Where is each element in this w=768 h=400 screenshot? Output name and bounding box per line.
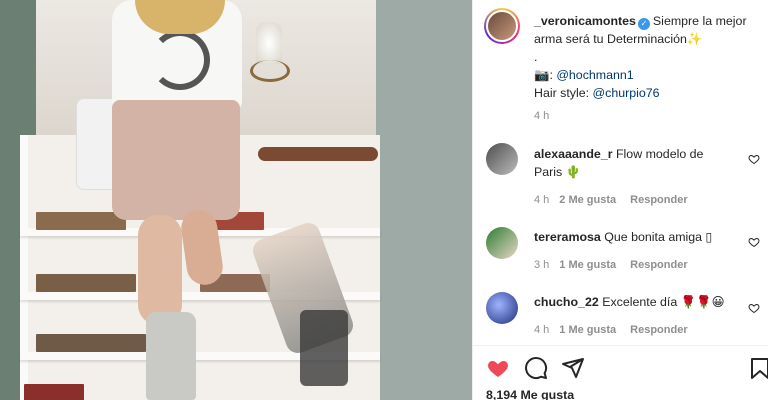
comment-item: alexaaande_r Flow modelo de Paris 🌵 bbox=[534, 145, 746, 181]
caption-dot: . bbox=[534, 50, 538, 64]
photo-books bbox=[36, 212, 126, 230]
commenter-avatar[interactable] bbox=[486, 143, 518, 175]
photo-books bbox=[24, 384, 84, 400]
comment-item: chucho_22 Excelente día 🌹🌹😀 bbox=[534, 293, 746, 311]
comment-text: Que bonita amiga bbox=[604, 230, 703, 244]
comment-likes[interactable]: 1 Me gusta bbox=[559, 324, 616, 336]
post-time[interactable]: 4 h bbox=[534, 110, 549, 122]
smile-icon: 😀 bbox=[711, 295, 725, 309]
photo-skirt bbox=[112, 100, 240, 220]
camera-icon: 📷 bbox=[534, 68, 550, 82]
photo-wall-right bbox=[376, 0, 472, 400]
photo-boot bbox=[146, 312, 196, 400]
comment-like-heart-icon[interactable] bbox=[748, 153, 760, 165]
comment-like-heart-icon[interactable] bbox=[748, 302, 760, 314]
commenter-avatar[interactable] bbox=[486, 292, 518, 324]
comment-like-heart-icon[interactable] bbox=[748, 236, 760, 248]
comment-time[interactable]: 3 h bbox=[534, 259, 549, 271]
photo-lamp bbox=[256, 22, 282, 64]
comment-likes[interactable]: 2 Me gusta bbox=[559, 194, 616, 206]
share-icon[interactable] bbox=[561, 356, 585, 380]
comment-time[interactable]: 4 h bbox=[534, 194, 549, 206]
verified-badge-icon: ✓ bbox=[637, 18, 650, 30]
caption-line2: arma será tu Determinación bbox=[534, 32, 687, 46]
comment-username[interactable]: alexaaande_r bbox=[534, 147, 613, 161]
comment-username[interactable]: tereramosa bbox=[534, 230, 601, 244]
comment-time[interactable]: 4 h bbox=[534, 324, 549, 336]
reply-button[interactable]: Responder bbox=[630, 194, 687, 206]
author-avatar[interactable] bbox=[486, 10, 518, 42]
reply-button[interactable]: Responder bbox=[630, 259, 687, 271]
photo-books bbox=[36, 334, 146, 352]
rose-icon: 🌹🌹 bbox=[680, 295, 712, 309]
comment-text: Flow modelo de bbox=[615, 147, 704, 161]
post-caption: _veronicamontes ✓ Siempre la mejor arma se… bbox=[534, 14, 747, 100]
reply-button[interactable]: Responder bbox=[630, 324, 687, 336]
actions-divider bbox=[472, 345, 768, 346]
photo-leg bbox=[138, 215, 182, 325]
comment-meta: 3 h 1 Me gusta Responder bbox=[534, 259, 688, 271]
comment-glyph: ▯ bbox=[705, 230, 713, 244]
photo-books bbox=[36, 274, 136, 292]
photo-shirt-print bbox=[150, 30, 210, 90]
author-username[interactable]: _veronicamontes bbox=[534, 14, 636, 28]
hair-credit-link[interactable]: @churpio76 bbox=[593, 86, 660, 100]
commenter-avatar[interactable] bbox=[486, 227, 518, 259]
cactus-icon: 🌵 bbox=[565, 165, 582, 179]
hair-label: Hair style: bbox=[534, 86, 590, 100]
likes-count[interactable]: 8,194 Me gusta bbox=[486, 388, 574, 400]
photo-lamp-arm bbox=[250, 60, 290, 82]
sparkles-icon: ✨ bbox=[686, 32, 703, 46]
comment-item: tereramosa Que bonita amiga ▯ bbox=[534, 228, 746, 246]
caption-line1: Siempre la mejor bbox=[652, 14, 747, 28]
comment-icon[interactable] bbox=[524, 356, 548, 380]
photo-credit-link[interactable]: @hochmann1 bbox=[556, 68, 633, 82]
photo-shoe bbox=[300, 310, 348, 386]
comment-meta: 4 h 2 Me gusta Responder bbox=[534, 194, 688, 206]
comment-text-cont: Paris bbox=[534, 165, 563, 179]
comment-text: Excelente día bbox=[602, 295, 678, 309]
bookmark-icon[interactable] bbox=[748, 356, 768, 380]
author-avatar-ring[interactable] bbox=[484, 8, 520, 44]
comment-likes[interactable]: 1 Me gusta bbox=[559, 259, 616, 271]
photo-stair-rail bbox=[258, 147, 378, 161]
heart-icon[interactable] bbox=[486, 356, 510, 380]
post-photo[interactable] bbox=[0, 0, 472, 400]
comment-username[interactable]: chucho_22 bbox=[534, 295, 599, 309]
comment-meta: 4 h 1 Me gusta Responder bbox=[534, 324, 688, 336]
